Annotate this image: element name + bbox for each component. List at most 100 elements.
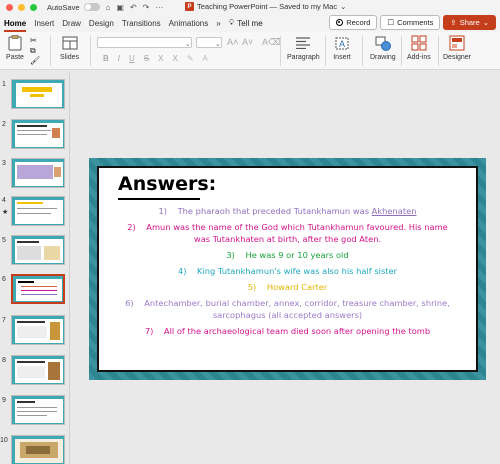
title-bar: AutoSave ⌂ ▣ ↶ ↷ ··· P Teaching PowerPoi… xyxy=(0,0,500,14)
divider xyxy=(401,36,402,66)
answer-line-7[interactable]: 7) All of the archaeological team died s… xyxy=(99,326,476,337)
superscript-button[interactable]: X xyxy=(158,54,163,63)
format-painter-icon[interactable]: 🖌︎ xyxy=(30,56,40,65)
addins-group[interactable]: Add-ins xyxy=(407,34,431,61)
slide-thumbnail-2[interactable] xyxy=(11,119,65,149)
divider xyxy=(50,36,51,66)
autosave-toggle[interactable] xyxy=(83,3,100,11)
italic-button[interactable]: I xyxy=(118,54,120,63)
slide-thumbnail-pane[interactable]: 1 2 3 4 ★ 5 6 7 8 9 10 xyxy=(0,71,70,464)
more-icon[interactable]: ··· xyxy=(155,3,163,12)
answer-number: 4) xyxy=(177,266,187,276)
font-name-select[interactable] xyxy=(97,37,192,48)
slide-thumbnail-4[interactable] xyxy=(11,196,65,226)
record-label: Record xyxy=(346,18,371,27)
slide-thumbnail-6[interactable] xyxy=(11,274,65,304)
slide-content-box[interactable]: Answers: 1) The pharaoh that preceded Tu… xyxy=(97,166,478,372)
answer-line-1[interactable]: 1) The pharaoh that preceded Tutankhamun… xyxy=(99,206,476,217)
slide-number: 7 xyxy=(2,317,6,324)
answer-line-6-continued[interactable]: sarcophagus (all accepted answers) xyxy=(99,310,476,321)
answer-number: 6) xyxy=(125,298,134,308)
answer-line-6[interactable]: 6) Antechamber, burial chamber, annex, c… xyxy=(99,298,476,309)
copy-icon[interactable]: ⧉ xyxy=(30,46,36,56)
strikethrough-button[interactable]: S xyxy=(144,54,149,63)
designer-icon xyxy=(448,34,466,52)
slide-thumbnail-10[interactable] xyxy=(11,435,65,464)
subscript-button[interactable]: X xyxy=(172,54,177,63)
more-tabs-button[interactable]: » xyxy=(216,14,220,32)
slide-thumbnail-9[interactable] xyxy=(11,395,65,425)
slide-number: 10 xyxy=(0,437,8,444)
close-window-button[interactable] xyxy=(6,3,13,11)
ribbon-toolbar: Paste ✂ ⧉ 🖌︎ Slides ⌄ ⌄ A˄ A˅ A⌫ B I U S… xyxy=(0,32,500,70)
slides-group[interactable]: Slides xyxy=(60,34,79,61)
share-label: Share xyxy=(459,18,480,27)
bold-button[interactable]: B xyxy=(103,54,109,63)
comment-icon: ☐ xyxy=(387,18,395,27)
home-icon[interactable]: ⌂ xyxy=(106,3,111,12)
answer-line-4[interactable]: 4) King Tutankhamun's wife was also his … xyxy=(99,266,476,277)
current-slide[interactable]: Answers: 1) The pharaoh that preceded Tu… xyxy=(89,158,486,380)
save-icon[interactable]: ▣ xyxy=(116,3,124,12)
tab-design[interactable]: Design xyxy=(89,14,114,32)
decrease-font-icon[interactable]: A˅ xyxy=(242,37,253,47)
textbox-icon: A xyxy=(333,34,351,52)
slide-thumbnail-7[interactable] xyxy=(11,315,65,345)
cut-icon[interactable]: ✂ xyxy=(30,36,37,45)
chevron-down-icon: ⌄ xyxy=(215,41,221,48)
comments-label: Comments xyxy=(397,18,434,27)
chevron-down-icon: ⌄ xyxy=(482,18,489,27)
answer-line-2-continued[interactable]: was Tutankhaten at birth, after the god … xyxy=(99,234,476,245)
slide-thumbnail-5[interactable] xyxy=(11,235,65,265)
tab-draw[interactable]: Draw xyxy=(62,14,81,32)
answer-number: 3) xyxy=(226,250,235,260)
comments-button[interactable]: ☐ Comments xyxy=(380,15,441,30)
slide-thumbnail-3[interactable] xyxy=(11,158,65,188)
highlight-icon[interactable]: ✎ xyxy=(187,54,194,63)
zoom-window-button[interactable] xyxy=(30,3,37,11)
paste-group[interactable]: Paste xyxy=(6,34,24,61)
insert-group[interactable]: A Insert xyxy=(333,34,351,61)
answer-text: Howard Carter xyxy=(266,282,328,292)
share-button[interactable]: ⇪ Share ⌄ xyxy=(443,15,496,30)
divider xyxy=(438,36,439,66)
answer-number: 7) xyxy=(144,326,154,336)
title-underline xyxy=(118,198,200,200)
tell-me-search[interactable]: 💡︎ Tell me xyxy=(229,18,263,28)
minimize-window-button[interactable] xyxy=(18,3,25,11)
answer-line-2[interactable]: 2) Amun was the name of the God which Tu… xyxy=(99,222,476,233)
answer-text: Amun was the name of the God which Tutan… xyxy=(146,222,448,232)
answer-link-akhenaten[interactable]: Akhenaten xyxy=(372,206,417,216)
answer-text: All of the archaeological team died soon… xyxy=(163,326,431,336)
answer-text: sarcophagus (all accepted answers) xyxy=(212,310,363,320)
slide-number: 1 xyxy=(2,81,6,88)
tab-insert[interactable]: Insert xyxy=(34,14,54,32)
slide-title[interactable]: Answers: xyxy=(118,173,216,195)
designer-group[interactable]: Designer xyxy=(443,34,471,61)
undo-icon[interactable]: ↶ xyxy=(130,3,137,12)
slides-label: Slides xyxy=(60,54,80,61)
answer-text: He was 9 or 10 years old xyxy=(245,250,349,260)
answer-text: The pharaoh that preceded Tutankhamun wa… xyxy=(177,206,370,216)
answer-text: was Tutankhaten at birth, after the god … xyxy=(193,234,382,244)
answer-line-5[interactable]: 5) Howard Carter xyxy=(99,282,476,293)
answer-text: Antechamber, burial chamber, annex, corr… xyxy=(144,298,450,308)
clear-formatting-icon[interactable]: A⌫ xyxy=(262,37,281,48)
slide-number: 3 xyxy=(2,160,6,167)
slide-thumbnail-1[interactable] xyxy=(11,79,65,109)
tab-animations[interactable]: Animations xyxy=(169,14,209,32)
record-button[interactable]: Record xyxy=(329,15,378,30)
increase-font-icon[interactable]: A˄ xyxy=(227,37,238,47)
document-title[interactable]: P Teaching PowerPoint — Saved to my Mac … xyxy=(185,2,346,11)
tab-home[interactable]: Home xyxy=(4,14,27,32)
paragraph-align-icon xyxy=(294,34,312,52)
paragraph-group[interactable]: Paragraph xyxy=(287,34,320,61)
drawing-group[interactable]: Drawing xyxy=(370,34,396,61)
redo-icon[interactable]: ↷ xyxy=(143,3,150,12)
answer-line-3[interactable]: 3) He was 9 or 10 years old xyxy=(99,250,476,261)
tab-transitions[interactable]: Transitions xyxy=(122,14,161,32)
font-color-icon[interactable]: A xyxy=(203,54,208,63)
slide-thumbnail-8[interactable] xyxy=(11,355,65,385)
slide-editing-canvas[interactable]: Answers: 1) The pharaoh that preceded Tu… xyxy=(71,71,500,464)
underline-button[interactable]: U xyxy=(129,54,135,63)
